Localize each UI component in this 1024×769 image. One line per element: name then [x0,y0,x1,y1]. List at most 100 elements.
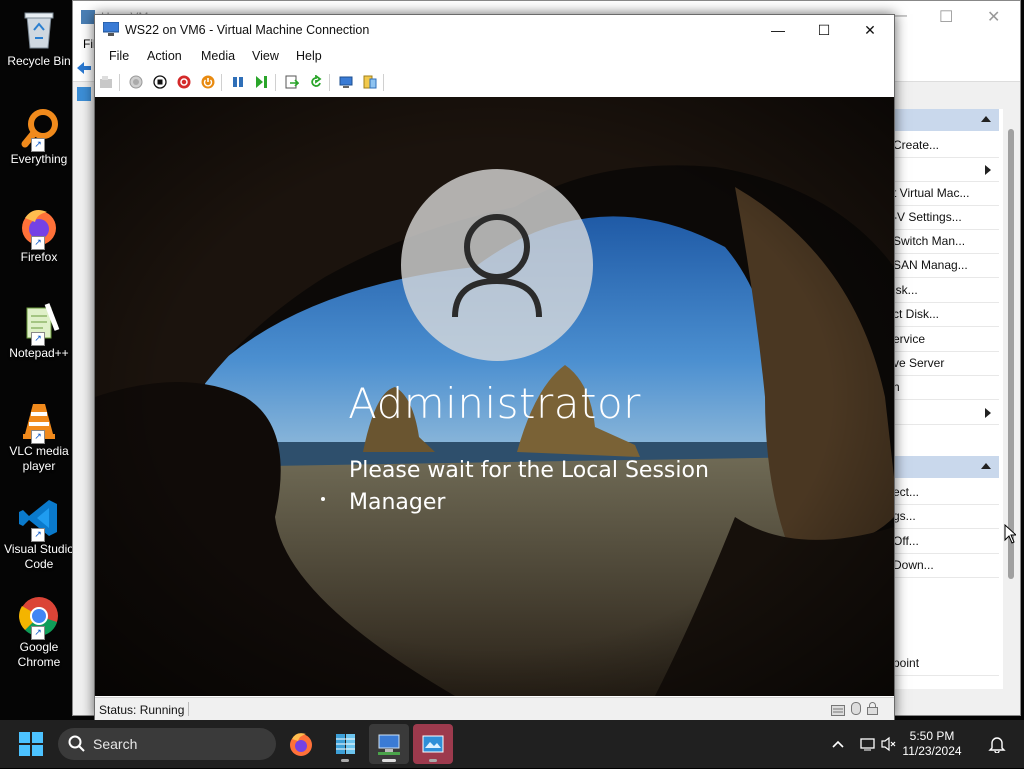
system-tray-status[interactable] [860,736,896,752]
reset-icon[interactable] [255,75,269,89]
toolbar-separator [275,74,276,91]
search-placeholder: Search [93,736,138,752]
menu-file[interactable]: File [109,49,129,63]
action-item[interactable]: h [893,375,999,400]
back-arrow-icon[interactable] [77,61,91,74]
desktop-icon-chrome[interactable]: ↗ Google Chrome [0,594,78,670]
action-item[interactable]: SAN Manag... [893,253,999,278]
power-icon[interactable] [201,75,215,89]
login-status-message: Please wait for the Local Session Manage… [349,458,709,515]
toolbar-separator [383,74,384,91]
chrome-icon: ↗ [17,594,61,640]
toolbar-separator [119,74,120,91]
revert-icon[interactable] [309,74,323,89]
desktop-icon-label: Everything [10,152,68,166]
desktop-icon-recycle-bin[interactable]: Recycle Bin [0,8,78,69]
actions-pane: Create... t Virtual Mac... -V Settings..… [893,109,1003,689]
title-bar[interactable]: WS22 on VM6 - Virtual Machine Connection… [95,15,894,45]
scrollbar-thumb[interactable] [1008,129,1014,579]
taskbar-search-box[interactable]: Search [58,728,276,760]
clock-time: 5:50 PM [909,729,955,743]
turn-off-icon[interactable] [153,75,167,89]
pause-icon[interactable] [231,75,245,89]
status-bar: Status: Running [95,697,894,720]
vm-display[interactable]: Administrator Please wait for the Local … [95,97,894,696]
vm-action-item[interactable]: ect... [893,480,999,505]
action-item-submenu[interactable] [893,157,999,182]
toolbar-separator [221,74,222,91]
vm-action-item[interactable]: Off... [893,529,999,554]
close-button[interactable]: ✕ [847,15,893,45]
remote-desktop-icon [422,735,444,753]
vm-action-item[interactable]: point [893,651,999,676]
vm-action-item[interactable]: Down... [893,553,999,578]
maximize-button[interactable]: ☐ [801,15,847,45]
actions-scrollbar[interactable] [1003,109,1019,689]
show-hidden-icons-button[interactable] [830,736,846,752]
taskbar-clock[interactable]: 5:50 PM 11/23/2024 [900,729,964,759]
window-title: WS22 on VM6 - Virtual Machine Connection [125,23,370,37]
firefox-icon [290,733,312,756]
desktop-icon-firefox[interactable]: ↗ Firefox [0,204,78,265]
menu-media[interactable]: Media [201,49,235,63]
taskbar-hyper-v-manager[interactable] [325,724,365,764]
desktop-icon-vscode[interactable]: ↗ Visual Studio Code [0,496,78,572]
background-close-button[interactable]: ✕ [987,7,1000,27]
active-indicator [382,759,396,762]
desktop-icon-notepad-plus-plus[interactable]: ↗ Notepad++ [0,300,78,361]
vm-connection-icon [378,734,400,755]
actions-section-header[interactable] [893,109,999,131]
action-item-submenu[interactable] [893,400,999,425]
vm-actions-section-header[interactable] [893,456,999,478]
lock-icon [867,702,878,715]
menu-bar: File Action Media View Help [95,45,894,69]
desktop-icon-label: VLC media player [9,444,69,473]
grid-view-icon[interactable] [77,87,91,101]
taskbar-vm-connection[interactable] [369,724,409,764]
loading-spinner-icon [321,497,325,501]
running-indicator [341,759,349,762]
action-item[interactable]: -V Settings... [893,205,999,230]
desktop-icon-everything[interactable]: ↗ Everything [0,106,78,167]
user-silhouette-icon [452,214,542,318]
shut-down-icon[interactable] [177,75,191,89]
vm-action-item[interactable]: gs... [893,504,999,529]
action-item[interactable]: Switch Man... [893,229,999,254]
enhanced-session-icon[interactable] [339,75,353,89]
mouse-icon [851,702,861,715]
minimize-button[interactable]: — [755,15,801,45]
start-button[interactable] [18,731,44,757]
menu-view[interactable]: View [252,49,279,63]
desktop-icon-vlc[interactable]: ↗ VLC media player [0,398,78,474]
shortcut-arrow-icon: ↗ [31,236,45,250]
vm-connection-app-icon [102,21,120,36]
action-item[interactable]: t Virtual Mac... [893,181,999,206]
shortcut-arrow-icon: ↗ [31,332,45,346]
user-avatar [401,169,593,361]
action-item[interactable]: Create... [893,133,999,158]
keyboard-icon [831,703,845,716]
shortcut-arrow-icon: ↗ [31,430,45,444]
desktop-icon-label: Recycle Bin [7,54,71,68]
desktop-icon-label: Notepad++ [9,346,69,360]
taskbar-remote-app[interactable] [413,724,453,764]
ctrl-alt-del-icon[interactable] [99,75,113,89]
menu-action[interactable]: Action [147,49,182,63]
action-item[interactable]: ervice [893,327,999,352]
hyper-v-manager-icon [81,10,95,24]
firefox-icon: ↗ [17,204,61,250]
collapse-up-icon [981,116,991,122]
background-maximize-button[interactable]: ☐ [939,7,953,27]
share-icon[interactable] [363,75,377,89]
desktop-icon-label: Firefox [20,250,58,264]
checkpoint-icon[interactable] [285,75,300,89]
action-item[interactable]: ve Server [893,351,999,376]
action-item[interactable]: isk... [893,278,999,303]
menu-help[interactable]: Help [296,49,322,63]
desktop-icon-label: Google Chrome [17,640,61,669]
notifications-button[interactable] [988,735,1006,754]
taskbar-firefox[interactable] [281,724,321,764]
desktop-icon-label: Visual Studio Code [4,542,74,571]
action-item[interactable]: ct Disk... [893,302,999,327]
start-icon[interactable] [129,75,143,89]
